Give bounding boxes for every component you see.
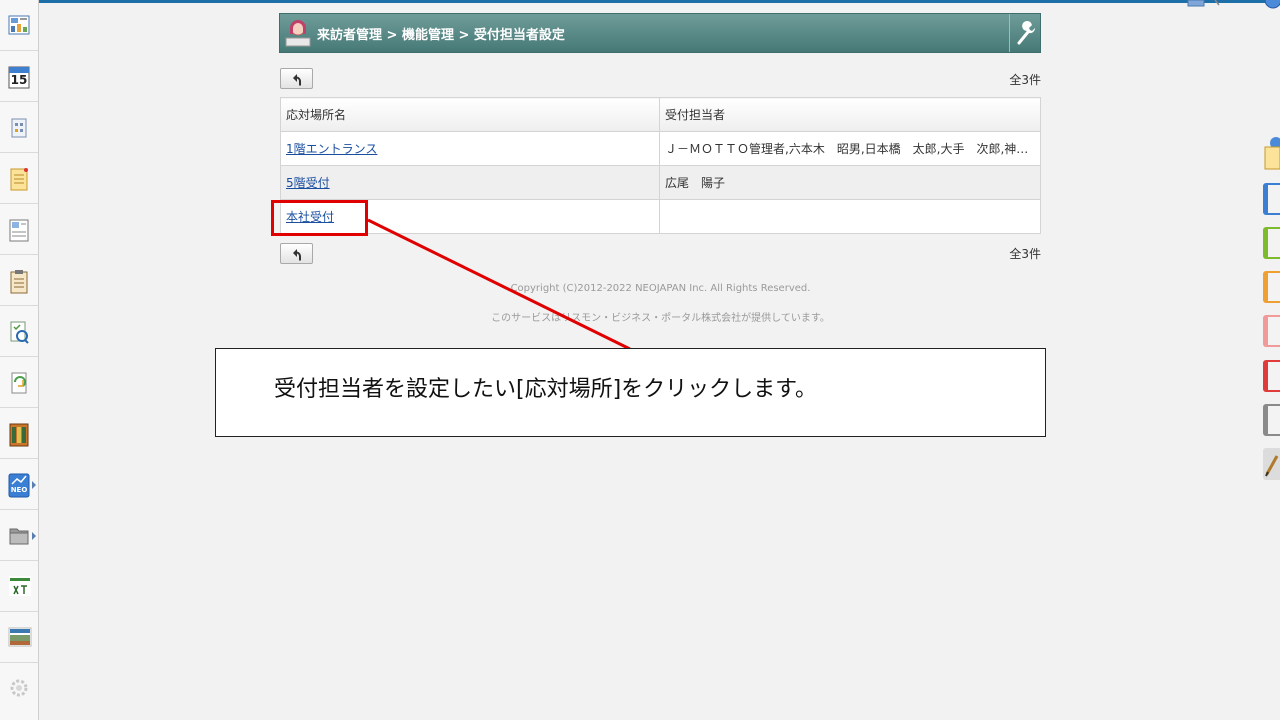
instruction-text: 受付担当者を設定したい[応対場所]をクリックします。: [274, 377, 817, 402]
highlight-box: [271, 200, 368, 236]
instruction-callout: 受付担当者を設定したい[応対場所]をクリックします。: [215, 348, 1046, 437]
